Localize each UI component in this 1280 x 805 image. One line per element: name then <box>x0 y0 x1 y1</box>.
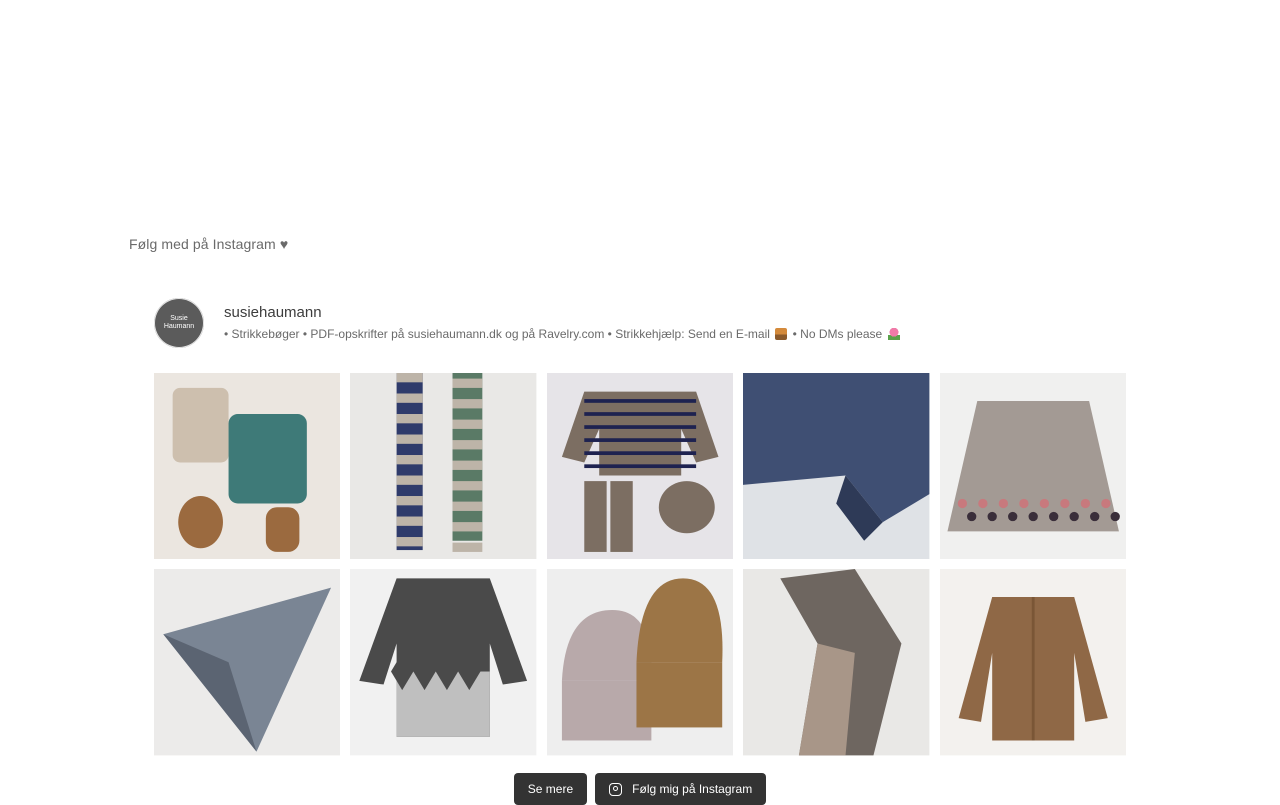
follow-label: Følg mig på Instagram <box>632 782 753 796</box>
post-image <box>350 569 537 756</box>
post-image <box>743 373 930 560</box>
post-thumbnail[interactable] <box>350 373 537 560</box>
feed-actions: Se mere Følg mig på Instagram <box>0 773 1280 805</box>
post-image <box>939 373 1126 560</box>
post-thumbnail[interactable] <box>154 373 341 560</box>
profile-bio: • Strikkebøger • PDF-opskrifter på susie… <box>224 327 902 341</box>
post-image <box>939 569 1126 756</box>
post-thumbnail[interactable] <box>546 569 734 756</box>
post-thumbnail[interactable] <box>546 373 734 560</box>
post-grid <box>154 373 1126 756</box>
feed-header: Susie Haumann susiehaumann • Strikkebøge… <box>154 298 1126 368</box>
avatar-line-2: Haumann <box>163 323 195 330</box>
follow-instagram-button[interactable]: Følg mig på Instagram <box>595 773 767 805</box>
bio-text-1: • Strikkebøger • PDF-opskrifter på susie… <box>224 327 770 341</box>
profile-info: susiehaumann • Strikkebøger • PDF-opskri… <box>224 298 902 341</box>
post-image <box>546 569 734 756</box>
post-image <box>743 569 930 756</box>
post-thumbnail[interactable] <box>154 569 341 756</box>
post-image <box>350 373 537 560</box>
post-image <box>154 569 341 756</box>
post-thumbnail[interactable] <box>743 569 930 756</box>
bio-text-2: • No DMs please <box>792 327 883 341</box>
post-image <box>546 373 734 560</box>
post-thumbnail[interactable] <box>743 373 930 560</box>
inbox-tray-icon <box>775 328 788 340</box>
post-image <box>154 373 341 560</box>
post-thumbnail[interactable] <box>939 569 1126 756</box>
section-heading: Følg med på Instagram ♥ <box>129 236 289 252</box>
load-more-label: Se mere <box>527 782 574 796</box>
load-more-button[interactable]: Se mere <box>513 773 588 805</box>
instagram-icon <box>609 782 623 796</box>
instagram-feed: Susie Haumann susiehaumann • Strikkebøge… <box>154 298 1126 756</box>
post-thumbnail[interactable] <box>350 569 537 756</box>
post-thumbnail[interactable] <box>939 373 1126 560</box>
profile-username[interactable]: susiehaumann <box>224 304 902 321</box>
avatar-line-1: Susie <box>170 315 188 322</box>
tulip-icon <box>887 328 900 340</box>
profile-avatar[interactable]: Susie Haumann <box>154 298 204 348</box>
